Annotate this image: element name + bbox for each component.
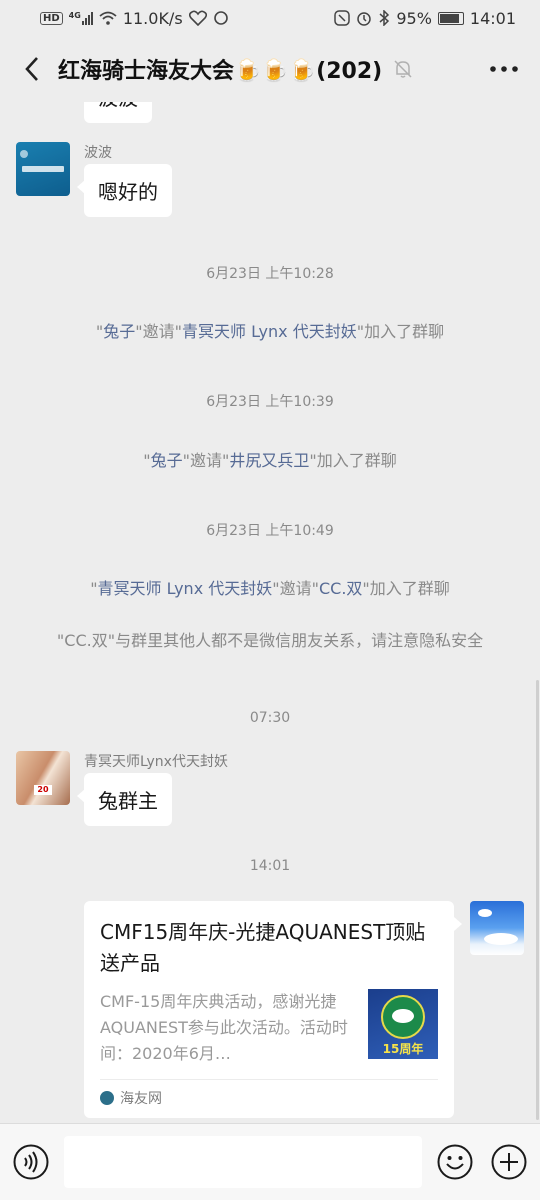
member-link[interactable]: 青冥天师 Lynx 代天封妖 [182,322,357,341]
message-bubble[interactable]: 嗯好的 [77,164,172,217]
message-lynx: 20 青冥天师Lynx代天封妖 兔群主 [16,751,228,826]
emoji-icon[interactable] [436,1143,474,1181]
card-source: 海友网 [120,1091,162,1107]
timestamp: 6月23日 上午10:28 [206,266,334,282]
message-input[interactable] [64,1136,422,1188]
heart-health-icon [188,10,207,26]
member-link[interactable]: CC.双 [319,579,362,598]
sender-name: 波波 [84,145,112,161]
back-button[interactable] [18,49,46,89]
battery-percent: 95% [396,8,432,28]
source-icon [100,1091,114,1105]
more-button[interactable] [486,49,522,89]
chat-title: 红海骑士海友大会🍺🍺🍺(202) [58,59,383,84]
system-message: "兔子"邀请"青冥天师 Lynx 代天封妖"加入了群聊 [95,322,445,341]
card-description: CMF-15周年庆典活动，感谢光捷AQUANEST参与此次活动。活动时间：202… [100,992,348,1063]
avatar[interactable]: 20 [16,751,70,805]
network-speed: 11.0K/s [122,8,183,28]
scrollbar[interactable] [536,680,539,1120]
card-title: CMF15周年庆-光捷AQUANEST顶贴送产品 [100,920,426,975]
status-bar: HD 4G 11.0K/s 95% 14:01 [0,0,540,36]
message-bubble[interactable]: 兔群主 [77,773,172,826]
sender-name: 青冥天师Lynx代天封妖 [84,754,228,770]
ring-icon [213,11,228,25]
member-link[interactable]: 井尻又兵卫 [229,451,309,470]
member-link[interactable]: 兔子 [151,451,183,470]
signal-icon: 4G [69,11,93,25]
timestamp: 14:01 [249,858,291,874]
message-bobo: 波波 嗯好的 [16,142,172,217]
bluetooth-icon [379,10,390,26]
input-bar [0,1123,540,1200]
nfc-icon [334,10,351,26]
bell-muted-icon [394,60,412,78]
avatar[interactable] [16,142,70,196]
voice-icon[interactable] [12,1143,50,1181]
member-link[interactable]: 青冥天师 Lynx 代天封妖 [98,579,273,598]
plus-icon[interactable] [490,1143,528,1181]
hd-badge: HD [40,11,63,25]
clock: 14:01 [469,8,516,28]
alarm-icon [357,12,372,26]
wifi-icon [99,11,117,25]
card-thumbnail: 15周年 [368,989,438,1059]
privacy-notice: "CC.双"与群里其他人都不是微信朋友关系，请注意隐私安全 [56,631,484,650]
title-bar: 红海骑士海友大会🍺🍺🍺(202) [0,36,540,102]
more-dots-icon [490,66,518,72]
self-avatar[interactable] [470,901,524,955]
system-message: "青冥天师 Lynx 代天封妖"邀请"CC.双"加入了群聊 [90,579,450,598]
timestamp: 6月23日 上午10:49 [206,523,334,539]
battery-icon [437,11,464,25]
timestamp: 6月23日 上午10:39 [206,394,334,410]
system-message: "兔子"邀请"井尻又兵卫"加入了群聊 [143,451,397,470]
timestamp: 07:30 [249,710,291,726]
chat-area[interactable]: 波波 波波 嗯好的 6月23日 上午10:28 "兔子"邀请"青冥天师 Lynx… [0,80,540,1123]
back-arrow-icon [25,57,38,81]
member-link[interactable]: 兔子 [103,322,135,341]
link-card[interactable]: CMF15周年庆-光捷AQUANEST顶贴送产品 CMF-15周年庆典活动，感谢… [84,901,462,1118]
